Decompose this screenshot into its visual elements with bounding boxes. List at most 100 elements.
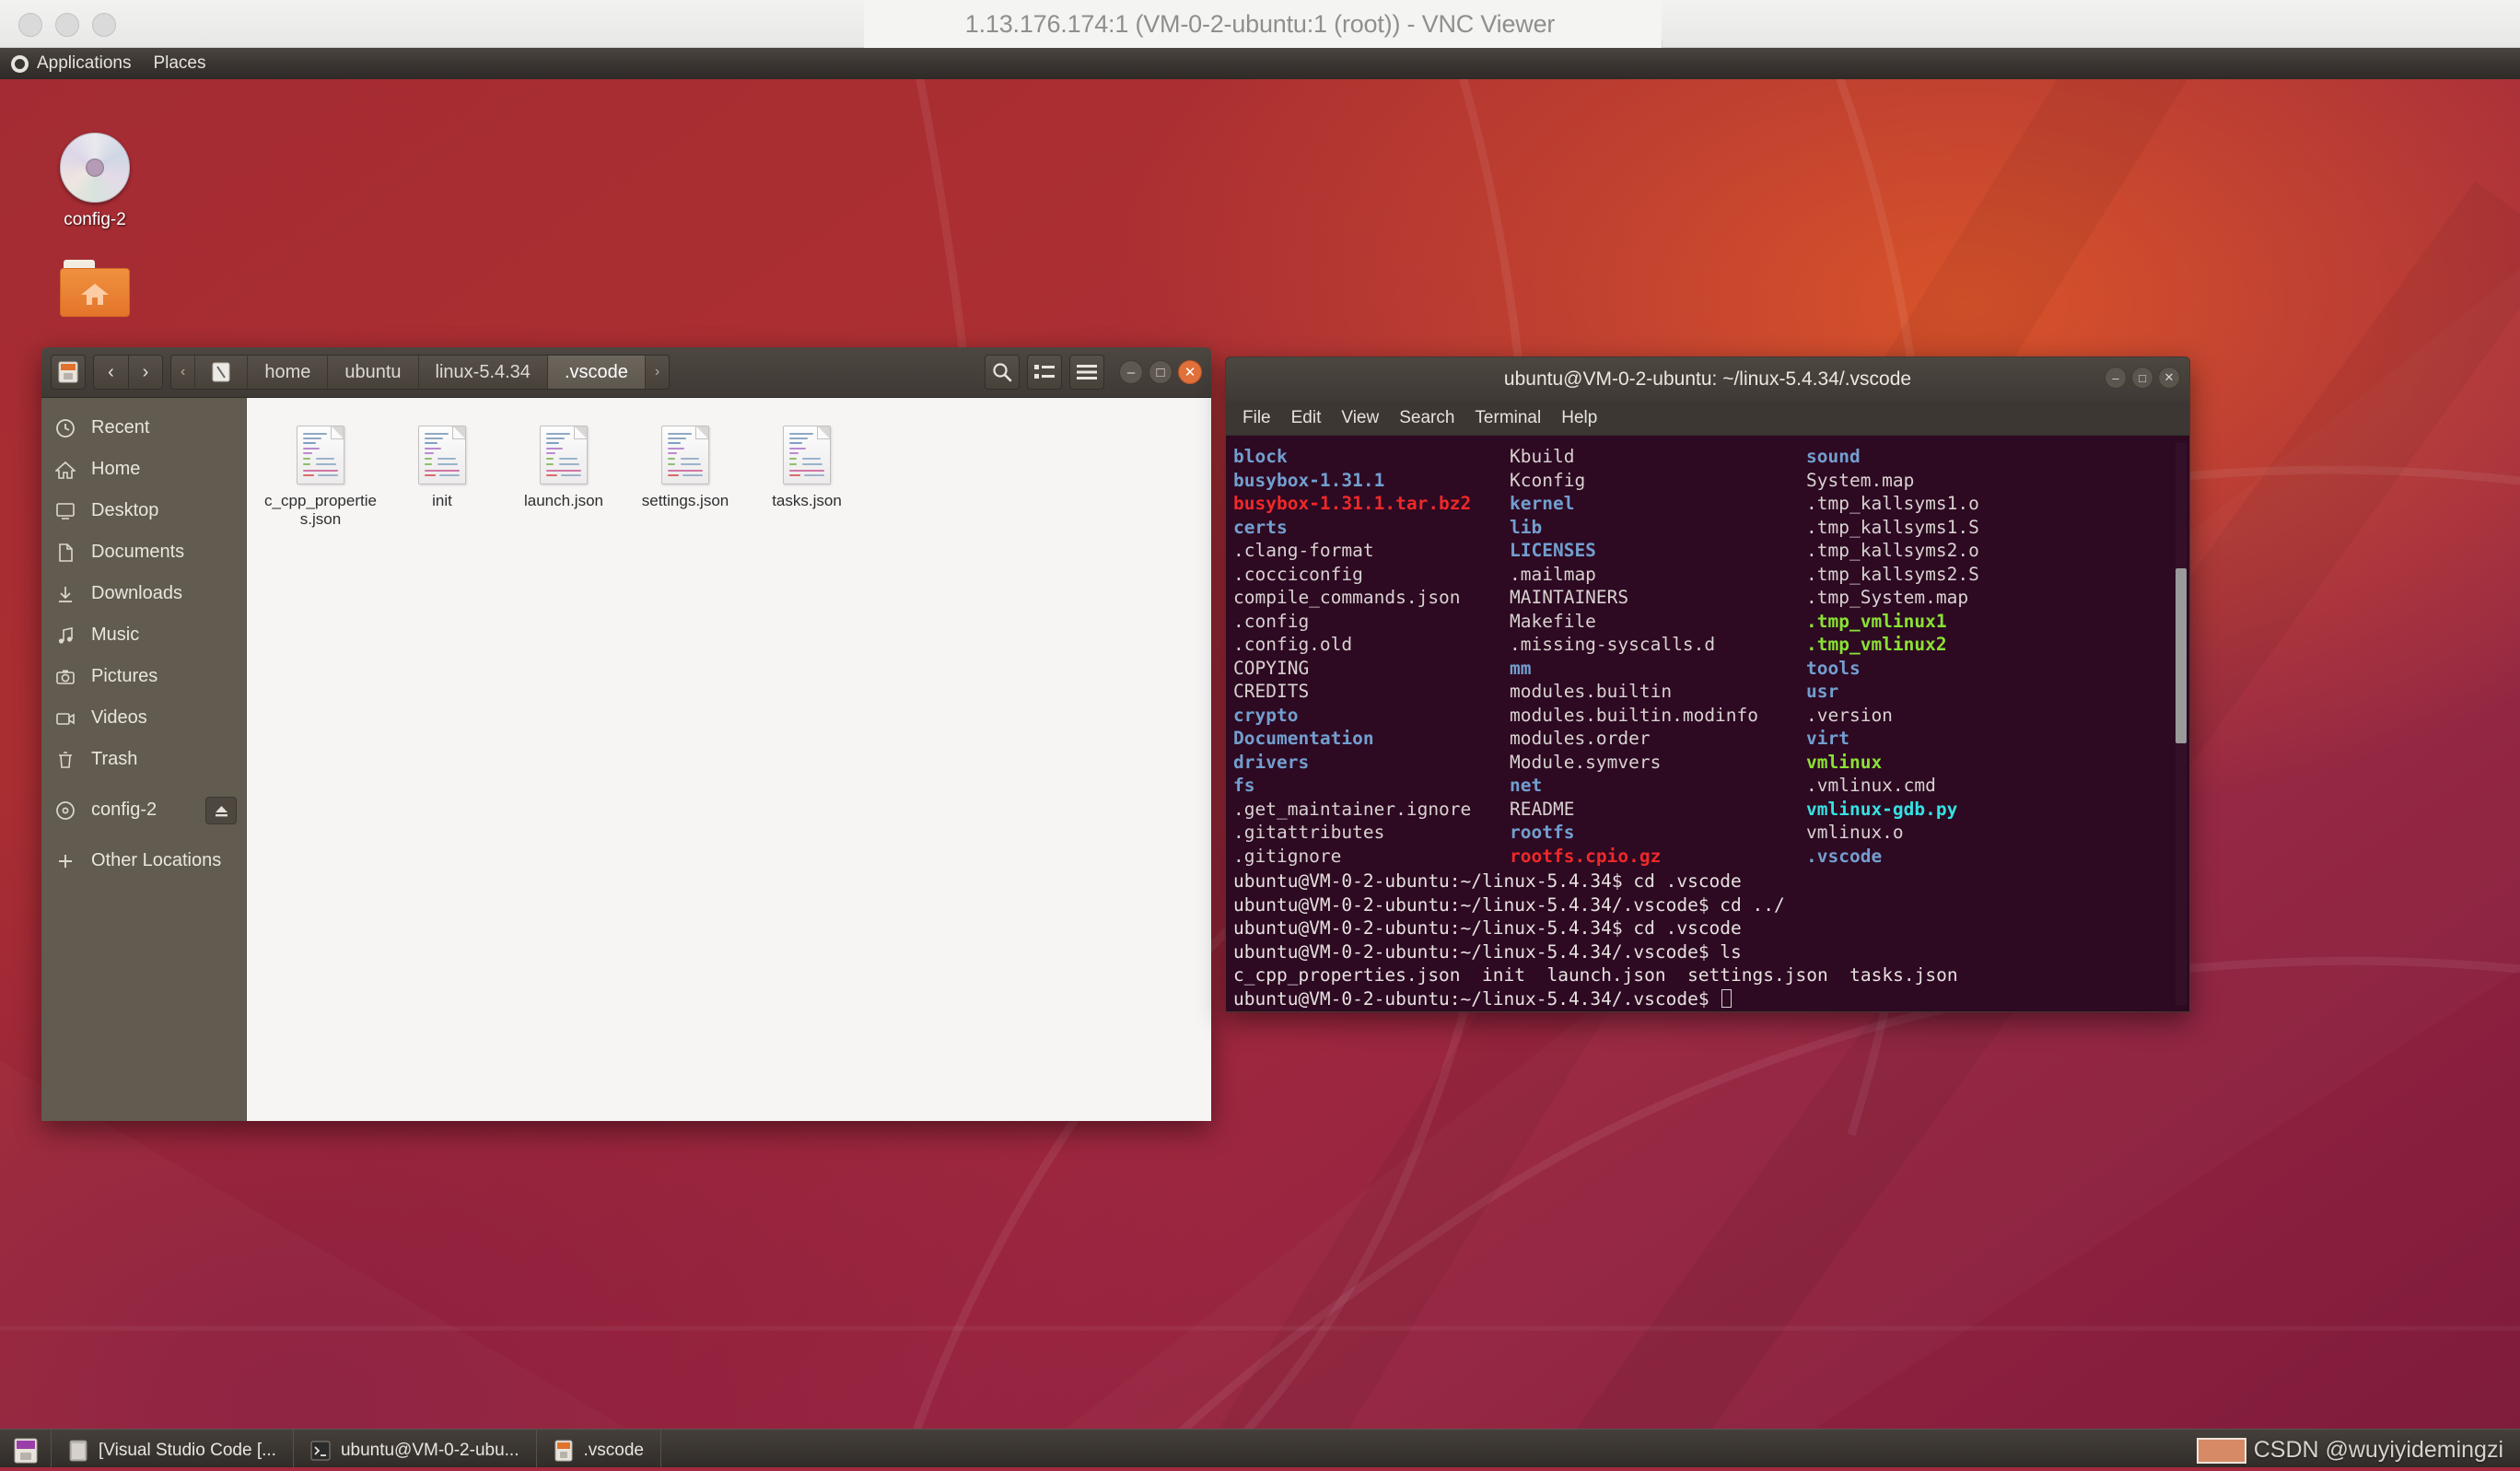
list-view-icon[interactable] bbox=[1027, 355, 1062, 390]
forward-button[interactable]: › bbox=[128, 355, 163, 390]
terminal-screen[interactable]: block busybox-1.31.1 busybox-1.31.1.tar.… bbox=[1226, 436, 2189, 1011]
places-menu[interactable]: Places bbox=[142, 48, 216, 79]
ls-entry: block bbox=[1233, 446, 1288, 467]
sidebar-item-home[interactable]: Home bbox=[41, 449, 246, 490]
ls-entry: Makefile bbox=[1510, 610, 1596, 632]
terminal-line: ubuntu@VM-0-2-ubuntu:~/linux-5.4.34/.vsc… bbox=[1233, 893, 1785, 916]
ls-entry: net bbox=[1510, 775, 1543, 796]
cd-disc-icon bbox=[60, 133, 130, 203]
ls-entry: Documentation bbox=[1233, 728, 1374, 749]
breadcrumb-root-icon[interactable] bbox=[195, 356, 249, 389]
desktop-icon-home-folder[interactable] bbox=[26, 260, 164, 324]
menu-icon[interactable] bbox=[1069, 355, 1104, 390]
vnc-window-title: 1.13.176.174:1 (VM-0-2-ubuntu:1 (root)) … bbox=[964, 10, 1556, 38]
ls-entry: kernel bbox=[1510, 493, 1575, 514]
file-name-label: init bbox=[432, 492, 452, 509]
taskbar-task-vscode[interactable]: [Visual Studio Code [... bbox=[52, 1429, 294, 1471]
watermark-badge bbox=[2196, 1437, 2246, 1464]
window-list-taskbar[interactable]: [Visual Studio Code [... ubuntu@VM-0-2-u… bbox=[0, 1429, 2520, 1471]
sidebar-item-label: Downloads bbox=[91, 583, 182, 603]
gnome-top-panel[interactable]: Applications Places bbox=[0, 48, 2520, 79]
file-item[interactable]: c_cpp_properties.json bbox=[260, 418, 381, 536]
clock-icon bbox=[54, 417, 76, 439]
desktop-icon bbox=[54, 500, 76, 522]
minimize-button[interactable]: – bbox=[1119, 360, 1143, 384]
sidebar-item-downloads[interactable]: Downloads bbox=[41, 573, 246, 614]
ls-entry: COPYING bbox=[1233, 657, 1310, 679]
sidebar-item-label: Recent bbox=[91, 417, 150, 438]
sidebar-divider bbox=[41, 831, 246, 840]
ls-entry: modules.builtin bbox=[1510, 681, 1673, 702]
file-manager-app-icon[interactable] bbox=[51, 355, 86, 390]
terminal-scrollbar-thumb[interactable] bbox=[2176, 568, 2187, 743]
sidebar-item-other-locations[interactable]: Other Locations bbox=[41, 840, 246, 881]
sidebar-item-config-2[interactable]: config-2 bbox=[41, 789, 246, 831]
breadcrumb-item-vscode[interactable]: .vscode bbox=[547, 356, 646, 389]
terminal-close-button[interactable]: ✕ bbox=[2158, 367, 2180, 389]
sidebar-item-recent[interactable]: Recent bbox=[41, 407, 246, 449]
ubuntu-logo-icon bbox=[11, 54, 29, 73]
taskbar-task-label: ubuntu@VM-0-2-ubu... bbox=[340, 1440, 519, 1460]
sidebar-item-pictures[interactable]: Pictures bbox=[41, 656, 246, 697]
close-button[interactable]: ✕ bbox=[1178, 360, 1202, 384]
window-icon bbox=[68, 1440, 88, 1462]
menu-item-help[interactable]: Help bbox=[1561, 408, 1597, 428]
menu-item-terminal[interactable]: Terminal bbox=[1475, 408, 1541, 428]
vnc-titlebar: 1.13.176.174:1 (VM-0-2-ubuntu:1 (root)) … bbox=[0, 0, 2520, 48]
ls-entry: modules.order bbox=[1510, 728, 1651, 749]
file-item[interactable]: init bbox=[381, 418, 503, 536]
file-name-label: tasks.json bbox=[772, 492, 842, 509]
breadcrumb-item-ubuntu[interactable]: ubuntu bbox=[328, 356, 419, 389]
sidebar-item-desktop[interactable]: Desktop bbox=[41, 490, 246, 531]
terminal-line: ubuntu@VM-0-2-ubuntu:~/linux-5.4.34/.vsc… bbox=[1233, 940, 1742, 963]
watermark-label: CSDN @wuyiyidemingzi bbox=[2253, 1437, 2503, 1463]
sidebar-item-videos[interactable]: Videos bbox=[41, 697, 246, 739]
breadcrumb-scroll-right[interactable]: › bbox=[646, 356, 669, 389]
applications-menu[interactable]: Applications bbox=[0, 48, 142, 79]
taskbar-left: [Visual Studio Code [... ubuntu@VM-0-2-u… bbox=[0, 1429, 661, 1471]
breadcrumb-scroll-left[interactable]: ‹ bbox=[171, 356, 196, 389]
terminal-menubar[interactable]: File Edit View Search Terminal Help bbox=[1226, 402, 2189, 436]
breadcrumb-item-home[interactable]: home bbox=[248, 356, 329, 389]
maximize-button[interactable]: □ bbox=[1149, 360, 1172, 384]
file-item[interactable]: launch.json bbox=[503, 418, 624, 536]
menu-item-edit[interactable]: Edit bbox=[1291, 408, 1322, 428]
ls-entry: sound bbox=[1806, 446, 1861, 467]
terminal-active-prompt-line[interactable]: ubuntu@VM-0-2-ubuntu:~/linux-5.4.34/.vsc… bbox=[1233, 987, 2189, 1011]
file-manager-window-controls[interactable]: – □ ✕ bbox=[1119, 360, 1202, 384]
taskbar-task-terminal[interactable]: ubuntu@VM-0-2-ubu... bbox=[294, 1429, 537, 1471]
terminal-window-controls[interactable]: – □ ✕ bbox=[2105, 367, 2180, 389]
sidebar-item-label: Trash bbox=[91, 749, 138, 769]
music-icon bbox=[54, 625, 76, 647]
ls-entry: .cocciconfig bbox=[1233, 563, 1363, 585]
ls-entry: LICENSES bbox=[1510, 540, 1596, 561]
ls-entry: .tmp_kallsyms1.S bbox=[1806, 516, 1979, 538]
sidebar-item-label: Music bbox=[91, 625, 140, 645]
file-manager-content[interactable]: c_cpp_properties.json init launch.json s… bbox=[246, 398, 1211, 1121]
eject-button[interactable] bbox=[205, 797, 237, 824]
workspace-switcher[interactable] bbox=[0, 1429, 52, 1471]
terminal-maximize-button[interactable]: □ bbox=[2131, 367, 2153, 389]
menu-item-view[interactable]: View bbox=[1341, 408, 1379, 428]
breadcrumb-item-linux-5-4-34[interactable]: linux-5.4.34 bbox=[419, 356, 548, 389]
terminal-minimize-button[interactable]: – bbox=[2105, 367, 2127, 389]
sidebar-item-label: Home bbox=[91, 459, 141, 479]
file-item[interactable]: settings.json bbox=[624, 418, 746, 536]
search-icon[interactable] bbox=[985, 355, 1020, 390]
breadcrumb[interactable]: ‹ home ubuntu linux-5.4.34 .vscode › bbox=[170, 355, 671, 390]
json-file-icon bbox=[783, 426, 831, 484]
menu-item-file[interactable]: File bbox=[1242, 408, 1271, 428]
desktop-icon-config-2[interactable]: config-2 bbox=[26, 133, 164, 230]
back-button[interactable]: ‹ bbox=[93, 355, 128, 390]
navigation-buttons[interactable]: ‹ › bbox=[93, 355, 163, 390]
ls-column-3: sound System.map .tmp_kallsyms1.o .tmp_k… bbox=[1806, 445, 2082, 868]
sidebar-item-music[interactable]: Music bbox=[41, 614, 246, 656]
file-item[interactable]: tasks.json bbox=[746, 418, 868, 536]
ls-entry: drivers bbox=[1233, 751, 1310, 773]
file-manager-sidebar[interactable]: Recent Home Desktop Documents Downloads … bbox=[41, 398, 246, 1121]
menu-item-search[interactable]: Search bbox=[1399, 408, 1454, 428]
file-manager-body: Recent Home Desktop Documents Downloads … bbox=[41, 398, 1211, 1121]
taskbar-task-vscode-folder[interactable]: .vscode bbox=[537, 1429, 661, 1471]
sidebar-item-trash[interactable]: Trash bbox=[41, 739, 246, 780]
sidebar-item-documents[interactable]: Documents bbox=[41, 531, 246, 573]
